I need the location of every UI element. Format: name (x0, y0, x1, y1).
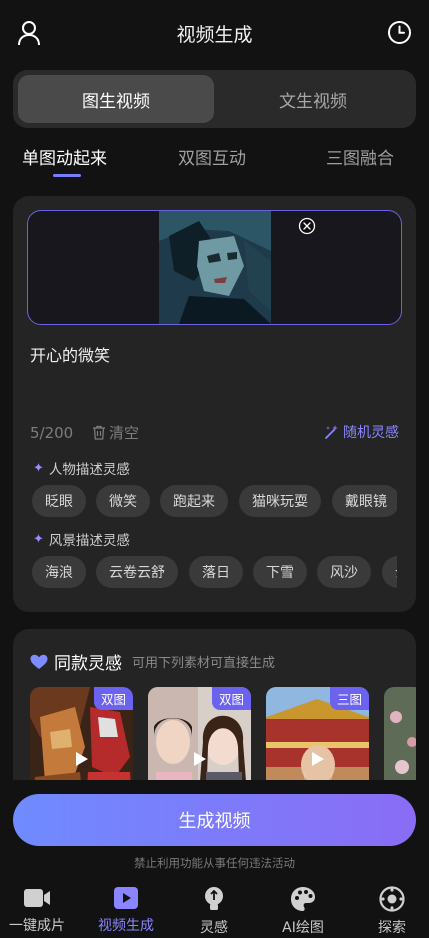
sample-tag: 双图 (211, 687, 251, 710)
sparkle-icon: ✦ (33, 531, 44, 547)
bottom-tab-bar: 一键成片 视频生成 灵感 AI绘图 探索 (0, 878, 429, 938)
same-style-header: 同款灵感 可用下列素材可直接生成 (30, 649, 275, 674)
trash-icon (93, 425, 105, 440)
tabbar-item-ai-drawing[interactable]: AI绘图 (263, 886, 343, 937)
random-label: 随机灵感 (343, 425, 399, 441)
chip-character[interactable]: 跑起来 (160, 485, 228, 517)
char-counter: 5/200 (30, 424, 74, 442)
play-icon (312, 752, 324, 766)
page-title: 视频生成 (176, 24, 253, 46)
sample-tag: 双图 (93, 687, 133, 710)
tab-three-images[interactable]: 三图融合 (326, 144, 394, 169)
image-upload-area[interactable] (27, 210, 402, 325)
chip-scenery[interactable]: 海浪 (32, 556, 86, 588)
chip-scenery[interactable]: 落日 (189, 556, 243, 588)
compass-icon (379, 886, 405, 912)
editor-card: 开心的微笑 5/200 清空 随机灵感 ✦ 人物描述灵感 眨眼 微笑 跑起来 猫… (13, 196, 416, 612)
scenery-inspiration-label: ✦ 风景描述灵感 (33, 531, 130, 550)
clock-icon[interactable] (387, 20, 412, 45)
mode-switch: 图生视频 文生视频 (13, 70, 416, 128)
magic-wand-icon (325, 425, 338, 439)
play-icon (194, 752, 206, 766)
tab-single-image[interactable]: 单图动起来 (22, 144, 107, 169)
uploaded-image (159, 211, 271, 324)
lightbulb-icon (205, 887, 223, 910)
remove-image-icon[interactable] (298, 217, 316, 235)
heart-icon (30, 654, 48, 669)
character-inspiration-label: ✦ 人物描述灵感 (33, 460, 130, 479)
tabbar-item-one-click[interactable]: 一键成片 (0, 886, 77, 935)
clear-button[interactable]: 清空 (92, 422, 139, 443)
clear-label: 清空 (109, 424, 140, 442)
sparkle-icon: ✦ (33, 460, 44, 476)
play-square-icon (114, 887, 138, 909)
tab-two-images[interactable]: 双图互动 (178, 144, 246, 169)
character-chip-row: 眨眼 微笑 跑起来 猫咪玩耍 戴眼镜 (32, 485, 397, 518)
chip-scenery[interactable]: 下雪 (253, 556, 307, 588)
tab-text-to-video[interactable]: 文生视频 (215, 75, 411, 123)
chip-character[interactable]: 微笑 (96, 485, 150, 517)
tab-image-to-video[interactable]: 图生视频 (18, 75, 214, 123)
random-inspiration-button[interactable]: 随机灵感 (324, 422, 399, 442)
scenery-chip-row: 海浪 云卷云舒 落日 下雪 风沙 云 (32, 556, 397, 589)
same-style-subtitle: 可用下列素材可直接生成 (132, 656, 276, 671)
palette-icon (291, 887, 315, 911)
legal-notice: 禁止利用功能从事任何违法活动 (134, 856, 295, 870)
same-style-title: 同款灵感 (54, 654, 122, 674)
chip-character[interactable]: 猫咪玩耍 (239, 485, 321, 517)
sub-tabs: 单图动起来 双图互动 三图融合 (0, 140, 429, 180)
chip-scenery[interactable]: 云 (382, 556, 397, 588)
tabbar-item-video-generate[interactable]: 视频生成 (86, 886, 166, 935)
play-icon (76, 752, 88, 766)
tabbar-item-explore[interactable]: 探索 (352, 886, 429, 937)
prompt-input[interactable]: 开心的微笑 (30, 342, 110, 366)
chip-character[interactable]: 眨眼 (32, 485, 86, 517)
tabbar-item-inspiration[interactable]: 灵感 (174, 886, 254, 937)
chip-scenery[interactable]: 风沙 (317, 556, 371, 588)
video-camera-icon (24, 889, 50, 907)
top-app-bar: 视频生成 (0, 0, 429, 64)
sample-tag: 三图 (329, 687, 369, 710)
generate-video-button[interactable]: 生成视频 (13, 794, 416, 846)
chip-scenery[interactable]: 云卷云舒 (96, 556, 178, 588)
chip-character[interactable]: 戴眼镜 (332, 485, 397, 517)
tab-indicator (53, 174, 81, 177)
